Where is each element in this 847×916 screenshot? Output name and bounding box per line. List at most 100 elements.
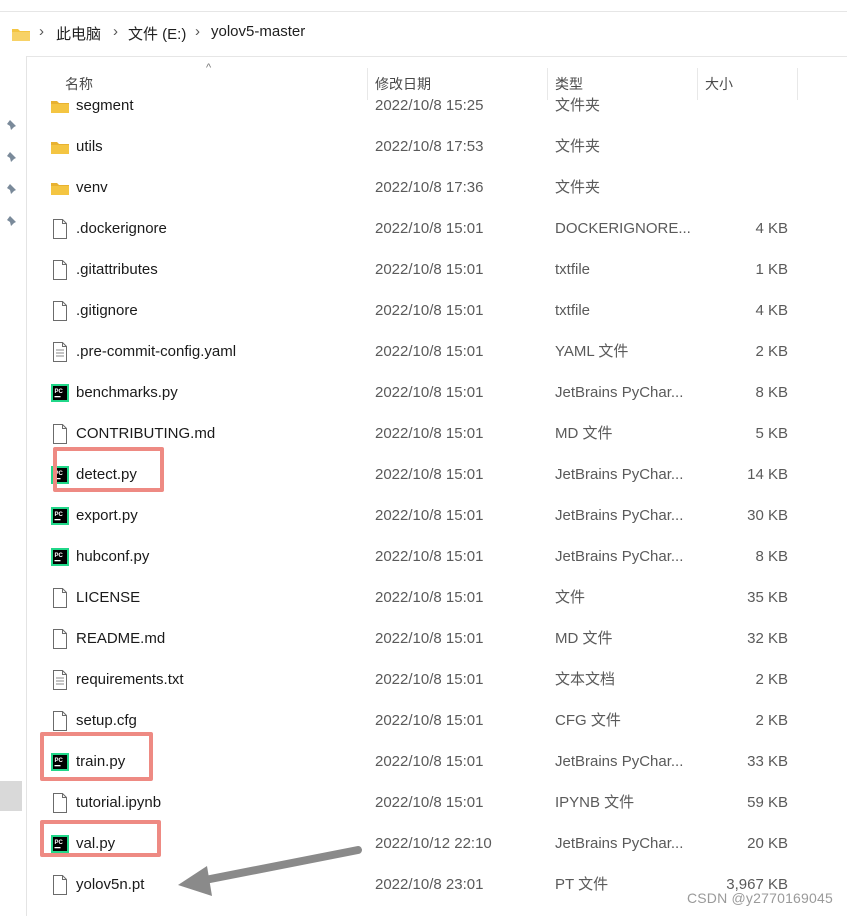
blank-file-icon	[50, 219, 70, 239]
file-type: MD 文件	[555, 425, 613, 442]
file-date: 2022/10/8 15:25	[375, 97, 484, 114]
svg-text:PC: PC	[55, 512, 64, 518]
sort-up-icon: ^	[206, 62, 212, 74]
folder-icon	[50, 96, 70, 116]
file-date: 2022/10/8 17:36	[375, 179, 484, 196]
file-date: 2022/10/8 15:01	[375, 794, 484, 811]
file-type: 文件夹	[555, 138, 601, 155]
file-date: 2022/10/8 15:01	[375, 671, 484, 688]
folder-icon	[50, 137, 70, 157]
folder-icon	[50, 178, 70, 198]
file-date: 2022/10/8 15:01	[375, 630, 484, 647]
file-row[interactable]: .gitignore 2022/10/8 15:01 txtfile 4 KB	[27, 290, 847, 331]
file-name: tutorial.ipynb	[76, 794, 162, 811]
file-name: .pre-commit-config.yaml	[76, 343, 237, 360]
file-row[interactable]: PC export.py 2022/10/8 15:01 JetBrains PyCh…	[27, 495, 847, 536]
highlight-box-train	[40, 732, 153, 781]
file-row[interactable]: requirements.txt 2022/10/8 15:01 文本文档 2 KB	[27, 659, 847, 700]
breadcrumb-this-pc[interactable]: 此电脑	[56, 23, 101, 44]
file-row[interactable]: venv 2022/10/8 17:36 文件夹	[27, 167, 847, 208]
file-date: 2022/10/8 17:53	[375, 138, 484, 155]
file-size: 30 KB	[747, 507, 788, 524]
file-date: 2022/10/8 15:01	[375, 302, 484, 319]
file-name: .gitattributes	[76, 261, 158, 278]
file-type: 文本文档	[555, 671, 616, 688]
file-type: CFG 文件	[555, 712, 621, 729]
file-size: 33 KB	[747, 753, 788, 770]
blank-file-icon	[50, 588, 70, 608]
svg-text:PC: PC	[55, 553, 64, 559]
file-type: 文件夹	[555, 97, 601, 114]
file-name: venv	[76, 179, 108, 196]
file-row[interactable]: .gitattributes 2022/10/8 15:01 txtfile 1 KB	[27, 249, 847, 290]
file-type: MD 文件	[555, 630, 613, 647]
file-type: txtfile	[555, 261, 591, 278]
file-date: 2022/10/8 15:01	[375, 384, 484, 401]
file-size: 59 KB	[747, 794, 788, 811]
pin-icon[interactable]	[6, 151, 18, 163]
file-row[interactable]: PC hubconf.py 2022/10/8 15:01 JetBrains PyC…	[27, 536, 847, 577]
blank-file-icon	[50, 424, 70, 444]
file-row[interactable]: segment 2022/10/8 15:25 文件夹	[27, 85, 847, 126]
breadcrumb-drive-e[interactable]: 文件 (E:)	[128, 23, 186, 44]
file-name: requirements.txt	[76, 671, 184, 688]
file-row[interactable]: LICENSE 2022/10/8 15:01 文件 35 KB	[27, 577, 847, 618]
file-row[interactable]: .pre-commit-config.yaml 2022/10/8 15:01 YA…	[27, 331, 847, 372]
file-row[interactable]: .dockerignore 2022/10/8 15:01 DOCKERIGNORE…	[27, 208, 847, 249]
file-row[interactable]: README.md 2022/10/8 15:01 MD 文件 32 KB	[27, 618, 847, 659]
file-size: 4 KB	[755, 302, 788, 319]
file-date: 2022/10/8 15:01	[375, 261, 484, 278]
file-name: hubconf.py	[76, 548, 150, 565]
file-name: benchmarks.py	[76, 384, 178, 401]
pycharm-file-icon: PC	[50, 547, 70, 567]
pin-icon[interactable]	[6, 119, 18, 131]
file-type: PT 文件	[555, 876, 609, 893]
file-size: 20 KB	[747, 835, 788, 852]
svg-text:PC: PC	[55, 389, 64, 395]
file-size	[688, 126, 788, 167]
file-date: 2022/10/8 15:01	[375, 548, 484, 565]
file-date: 2022/10/8 15:01	[375, 466, 484, 483]
file-name: .gitignore	[76, 302, 138, 319]
file-name: segment	[76, 97, 134, 114]
file-name: LICENSE	[76, 589, 141, 606]
file-row[interactable]: PC benchmarks.py 2022/10/8 15:01 JetBrains …	[27, 372, 847, 413]
file-type: JetBrains PyChar...	[555, 835, 684, 852]
chevron-right-icon: ›	[195, 23, 200, 40]
chevron-right-icon: ›	[113, 23, 118, 40]
pin-icon[interactable]	[6, 183, 18, 195]
file-name: yolov5n.pt	[76, 876, 145, 893]
address-bar[interactable]: › 此电脑 › 文件 (E:) › yolov5-master	[0, 11, 847, 57]
file-type: JetBrains PyChar...	[555, 753, 684, 770]
nav-selected-item[interactable]	[0, 781, 22, 811]
file-size: 14 KB	[747, 466, 788, 483]
blank-file-icon	[50, 260, 70, 280]
file-size: 35 KB	[747, 589, 788, 606]
folder-icon	[12, 29, 30, 41]
file-type: JetBrains PyChar...	[555, 548, 684, 565]
file-row[interactable]: utils 2022/10/8 17:53 文件夹	[27, 126, 847, 167]
file-row[interactable]: tutorial.ipynb 2022/10/8 15:01 IPYNB 文件 59 …	[27, 782, 847, 823]
file-type: JetBrains PyChar...	[555, 466, 684, 483]
file-type: 文件	[555, 589, 586, 606]
file-size: 8 KB	[755, 384, 788, 401]
file-type: YAML 文件	[555, 343, 629, 360]
pin-icon[interactable]	[6, 215, 18, 227]
file-name: export.py	[76, 507, 138, 524]
watermark: CSDN @y2770169045	[686, 890, 833, 906]
file-date: 2022/10/8 15:01	[375, 343, 484, 360]
file-date: 2022/10/8 15:01	[375, 589, 484, 606]
file-date: 2022/10/8 23:01	[375, 876, 484, 893]
file-date: 2022/10/12 22:10	[375, 835, 492, 852]
chevron-right-icon: ›	[39, 23, 44, 40]
file-size	[688, 85, 788, 126]
breadcrumb-yolov5-master[interactable]: yolov5-master	[211, 23, 305, 40]
file-type: JetBrains PyChar...	[555, 507, 684, 524]
file-name: utils	[76, 138, 103, 155]
file-name: .dockerignore	[76, 220, 167, 237]
file-name: README.md	[76, 630, 166, 647]
file-size	[688, 167, 788, 208]
file-date: 2022/10/8 15:01	[375, 425, 484, 442]
blank-file-icon	[50, 629, 70, 649]
file-size: 2 KB	[755, 343, 788, 360]
